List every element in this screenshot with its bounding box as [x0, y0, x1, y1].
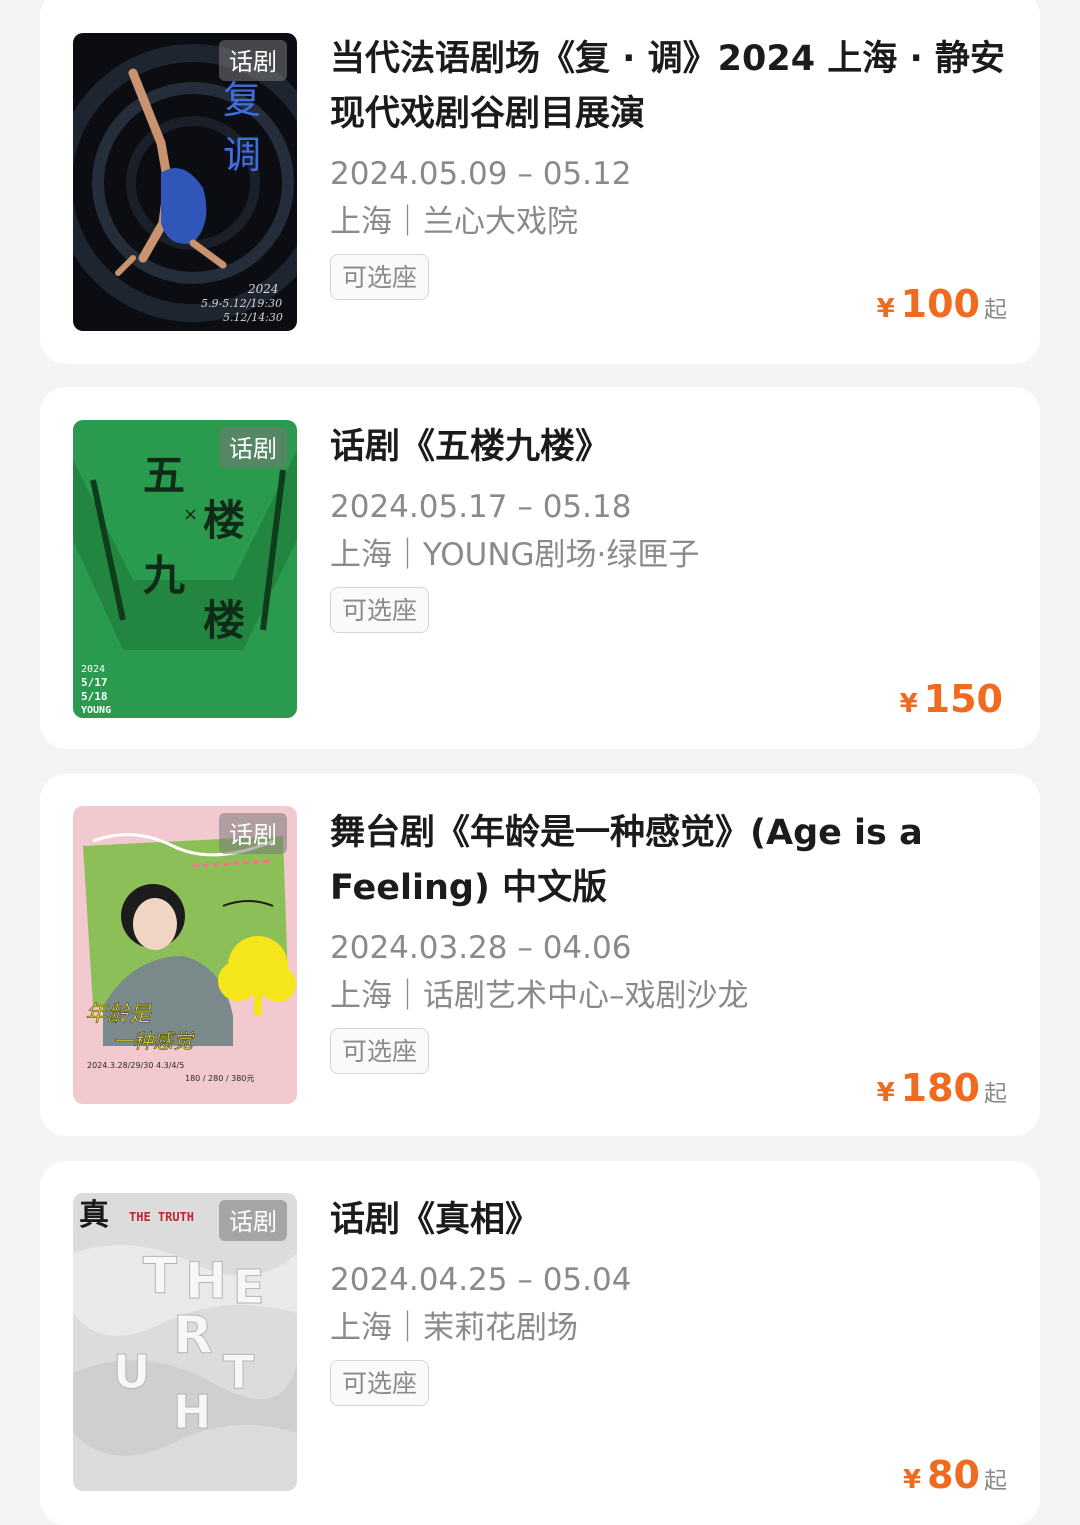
poster-text: 5.12/14:30: [223, 311, 283, 324]
show-info: 话剧《五楼九楼》 2024.05.17 – 05.18 上海｜YOUNG剧场·绿…: [330, 420, 1010, 633]
poster-text: U: [113, 1345, 150, 1399]
currency-symbol: ¥: [876, 1078, 895, 1108]
poster-text: 楼: [203, 596, 245, 645]
poster-text: 楼: [203, 496, 245, 545]
price-amount: 150: [923, 677, 1003, 721]
show-venue: 上海｜话剧艺术中心–戏剧沙龙: [330, 978, 749, 1014]
poster-text: 5/17: [81, 676, 108, 689]
show-dates: 2024.05.09 – 05.12: [330, 156, 632, 192]
poster-text: 五: [143, 451, 185, 500]
seat-selectable-badge: 可选座: [330, 587, 430, 633]
genre-tag: 话剧: [219, 40, 287, 81]
price-amount: 100: [900, 282, 980, 326]
show-dates: 2024.04.25 – 05.04: [330, 1262, 632, 1298]
price-suffix: 起: [984, 1468, 1007, 1494]
show-title[interactable]: 话剧《真相》: [330, 1193, 1010, 1248]
poster-text: THE TRUTH: [129, 1210, 194, 1224]
currency-symbol: ¥: [903, 1465, 922, 1495]
show-card[interactable]: 五 楼 九 楼 × 2024 5/17 5/18 YOUNG 话剧 话剧《五楼九…: [40, 387, 1040, 749]
poster-text: R: [173, 1306, 213, 1366]
show-price: ¥80 起: [903, 1453, 1007, 1497]
poster-text: T: [143, 1247, 177, 1305]
show-poster[interactable]: 复 调 2024 5.9-5.12/19:30 5.12/14:30 话剧: [73, 33, 297, 331]
currency-symbol: ¥: [876, 294, 895, 324]
show-poster[interactable]: 年龄是 一种感觉 2024.3.28/29/30 4.3/4/5 180 / 2…: [73, 806, 297, 1104]
poster-text: 调: [223, 133, 261, 177]
show-dates: 2024.05.17 – 05.18: [330, 489, 632, 525]
show-list: 复 调 2024 5.9-5.12/19:30 5.12/14:30 话剧 当代…: [0, 0, 1080, 1525]
price-amount: 80: [927, 1453, 980, 1497]
poster-text: 复: [223, 78, 261, 122]
show-info: 舞台剧《年龄是一种感觉》(Age is a Feeling) 中文版 2024.…: [330, 806, 1010, 1074]
genre-tag: 话剧: [219, 427, 287, 468]
show-info: 当代法语剧场《复 · 调》2024 上海 · 静安现代戏剧谷剧目展演 2024.…: [330, 32, 1010, 300]
show-title[interactable]: 话剧《五楼九楼》: [330, 420, 1010, 475]
poster-text: 5/18: [81, 690, 108, 703]
poster-text: 2024.3.28/29/30 4.3/4/5: [87, 1061, 184, 1070]
price-suffix: 起: [984, 1081, 1007, 1107]
poster-text: 年龄是: [85, 1002, 152, 1027]
show-card[interactable]: 年龄是 一种感觉 2024.3.28/29/30 4.3/4/5 180 / 2…: [40, 774, 1040, 1136]
price-suffix: 起: [984, 297, 1007, 323]
poster-text: 一种感觉: [113, 1029, 195, 1053]
show-card[interactable]: 复 调 2024 5.9-5.12/19:30 5.12/14:30 话剧 当代…: [40, 0, 1040, 364]
poster-text: YOUNG: [81, 705, 111, 716]
seat-selectable-badge: 可选座: [330, 254, 430, 300]
genre-tag: 话剧: [219, 1200, 287, 1241]
show-card[interactable]: 真 THE TRUTH T H E R U T H 话剧 话剧《真相》 2024…: [40, 1161, 1040, 1525]
show-title[interactable]: 舞台剧《年龄是一种感觉》(Age is a Feeling) 中文版: [330, 806, 1010, 916]
show-price: ¥100 起: [877, 282, 1007, 326]
poster-text: H: [173, 1385, 212, 1439]
currency-symbol: ¥: [899, 689, 918, 719]
show-info: 话剧《真相》 2024.04.25 – 05.04 上海｜茉莉花剧场 可选座: [330, 1193, 1010, 1406]
poster-text: H: [185, 1252, 227, 1310]
genre-tag: 话剧: [219, 813, 287, 854]
poster-text: 5.9-5.12/19:30: [201, 297, 282, 310]
price-amount: 180: [900, 1066, 980, 1110]
show-title[interactable]: 当代法语剧场《复 · 调》2024 上海 · 静安现代戏剧谷剧目展演: [330, 32, 1010, 142]
show-poster[interactable]: 真 THE TRUTH T H E R U T H 话剧: [73, 1193, 297, 1491]
poster-text: 180 / 280 / 380元: [185, 1074, 254, 1083]
svg-text:×: ×: [183, 504, 198, 525]
show-venue: 上海｜茉莉花剧场: [330, 1310, 578, 1346]
poster-text: T: [223, 1345, 255, 1399]
poster-text: E: [233, 1260, 264, 1314]
seat-selectable-badge: 可选座: [330, 1360, 430, 1406]
poster-text: 九: [143, 551, 185, 600]
poster-text: 2024: [247, 282, 279, 296]
poster-text: 真: [79, 1198, 109, 1233]
show-price: ¥180 起: [877, 1066, 1007, 1110]
show-venue: 上海｜YOUNG剧场·绿匣子: [330, 537, 700, 573]
show-price: ¥150: [900, 677, 1007, 721]
show-venue: 上海｜兰心大戏院: [330, 204, 578, 240]
show-poster[interactable]: 五 楼 九 楼 × 2024 5/17 5/18 YOUNG 话剧: [73, 420, 297, 718]
seat-selectable-badge: 可选座: [330, 1028, 430, 1074]
show-dates: 2024.03.28 – 04.06: [330, 930, 632, 966]
poster-text: 2024: [81, 664, 105, 675]
